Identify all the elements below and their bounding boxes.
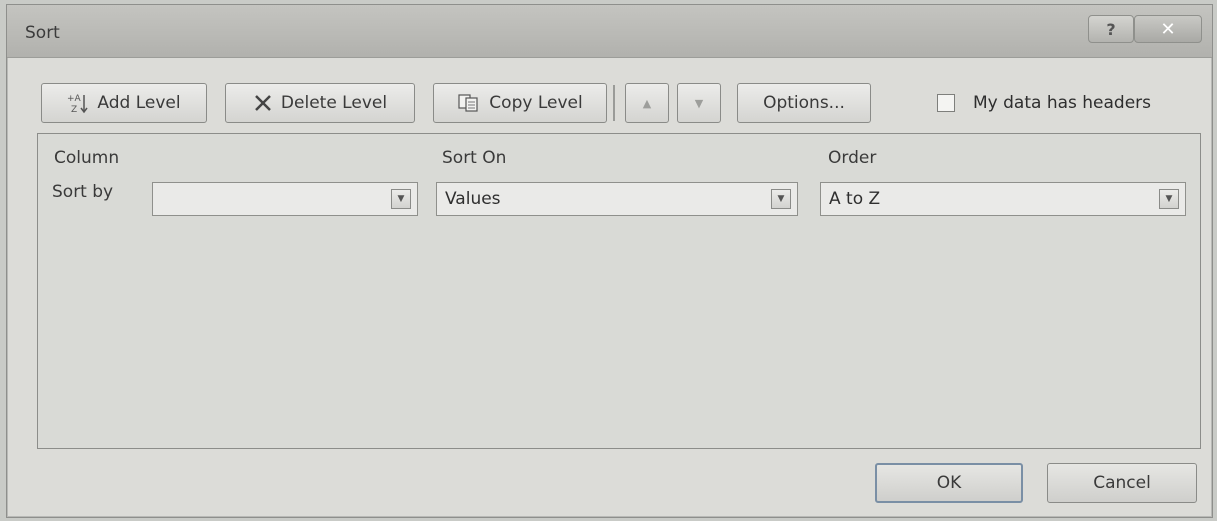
ok-button[interactable]: OK: [875, 463, 1023, 503]
move-up-icon: ▲: [642, 96, 652, 110]
move-down-icon: ▼: [694, 96, 704, 110]
x-icon: [253, 93, 273, 113]
chevron-down-icon[interactable]: ▼: [391, 189, 411, 209]
svg-text:+A: +A: [67, 94, 82, 104]
sort-by-label: Sort by: [52, 182, 114, 202]
headers-checkbox-group[interactable]: My data has headers: [937, 93, 1151, 113]
add-level-label: Add Level: [97, 93, 181, 113]
move-down-button[interactable]: ▼: [677, 83, 721, 123]
sort-on-header: Sort On: [442, 148, 507, 168]
order-select-value: A to Z: [829, 189, 881, 209]
title-bar: Sort ? ✕: [7, 5, 1212, 58]
headers-checkbox-label: My data has headers: [973, 93, 1152, 113]
options-label: Options...: [763, 93, 845, 113]
cancel-button[interactable]: Cancel: [1047, 463, 1197, 503]
sort-levels-grid: Column Sort On Order Sort by ▼ Values ▼ …: [37, 133, 1201, 449]
toolbar-separator: [613, 85, 615, 121]
toolbar: +A Z Add Level Delete Level Copy Level ▲…: [41, 83, 1201, 123]
delete-level-label: Delete Level: [280, 93, 388, 113]
options-button[interactable]: Options...: [737, 83, 871, 123]
order-header: Order: [828, 148, 877, 168]
chevron-down-icon[interactable]: ▼: [1159, 189, 1179, 209]
move-up-button[interactable]: ▲: [625, 83, 669, 123]
copy-level-button[interactable]: Copy Level: [433, 83, 607, 123]
help-button[interactable]: ?: [1088, 15, 1134, 43]
svg-text:Z: Z: [71, 105, 77, 114]
sort-on-select-value: Values: [445, 189, 501, 209]
copy-level-label: Copy Level: [489, 93, 583, 113]
close-button[interactable]: ✕: [1134, 15, 1202, 43]
column-select[interactable]: ▼: [152, 182, 418, 216]
order-select[interactable]: A to Z ▼: [820, 182, 1186, 216]
delete-level-button[interactable]: Delete Level: [225, 83, 415, 123]
sort-dialog: Sort ? ✕ +A Z Add Level Delete Level Cop…: [6, 4, 1213, 518]
column-header: Column: [54, 148, 120, 168]
chevron-down-icon[interactable]: ▼: [771, 189, 791, 209]
add-level-button[interactable]: +A Z Add Level: [41, 83, 207, 123]
headers-checkbox[interactable]: [937, 94, 955, 112]
sort-on-select[interactable]: Values ▼: [436, 182, 798, 216]
dialog-title: Sort: [25, 23, 60, 43]
sort-add-icon: +A Z: [67, 92, 89, 114]
copy-icon: [457, 93, 481, 113]
